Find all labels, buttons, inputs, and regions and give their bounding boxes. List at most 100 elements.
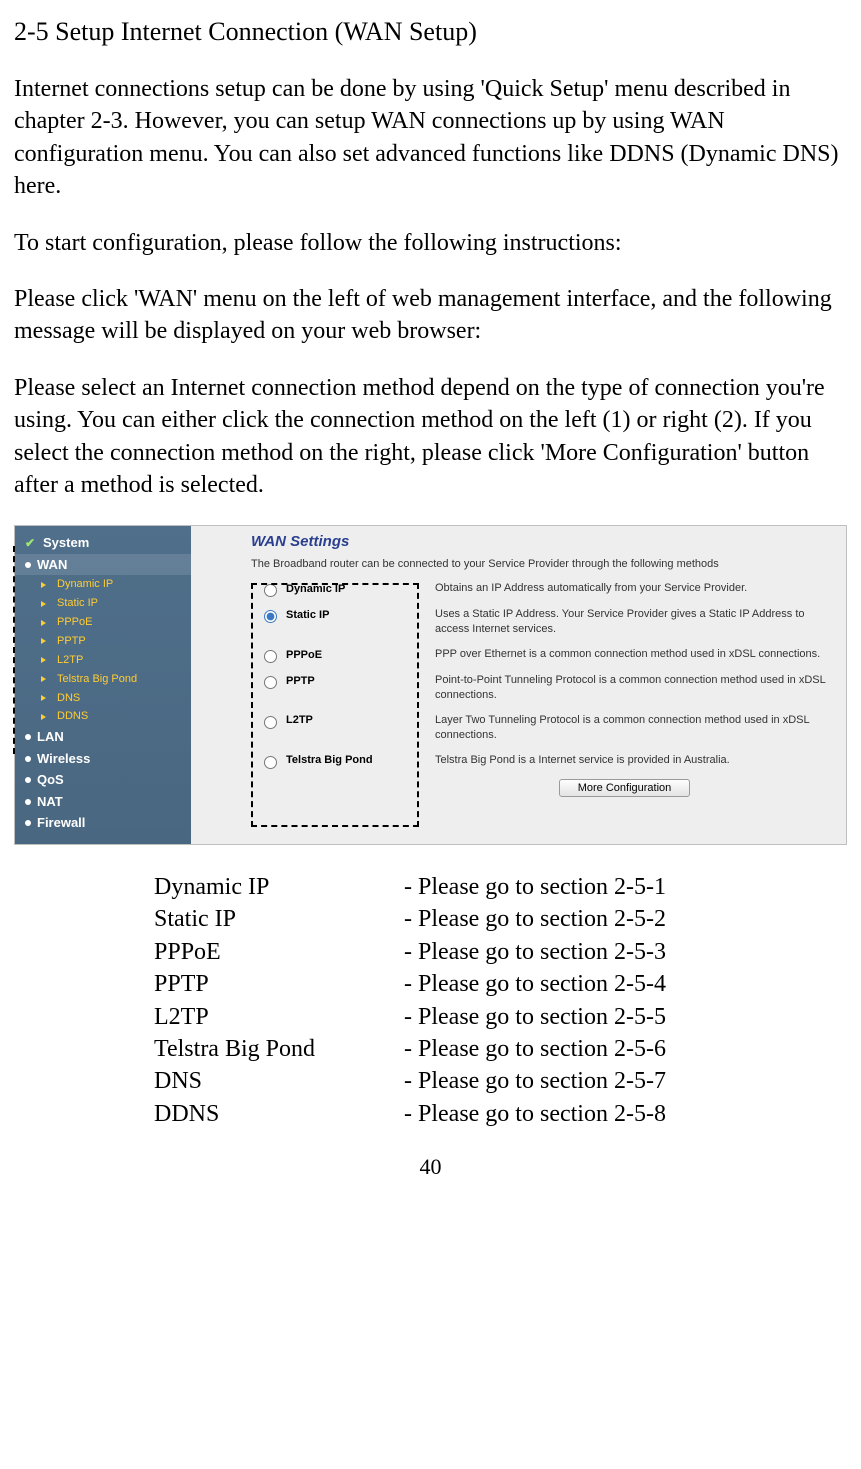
sidebar-sub-static-ip[interactable]: Static IP bbox=[15, 594, 191, 613]
ref-label: Dynamic IP bbox=[154, 871, 404, 903]
radio-pptp[interactable] bbox=[264, 676, 277, 689]
sidebar-label: QoS bbox=[37, 771, 64, 789]
ref-row: L2TP- Please go to section 2-5-5 bbox=[154, 1001, 847, 1033]
sidebar-sub-telstra[interactable]: Telstra Big Pond bbox=[15, 670, 191, 689]
option-desc: Point-to-Point Tunneling Protocol is a c… bbox=[411, 673, 838, 703]
option-row-pptp: PPTP Point-to-Point Tunneling Protocol i… bbox=[251, 673, 838, 703]
sidebar-sub-pptp[interactable]: PPTP bbox=[15, 632, 191, 651]
bullet-icon bbox=[25, 562, 31, 568]
sidebar-item-wan[interactable]: WAN bbox=[15, 554, 191, 576]
option-pptp[interactable]: PPTP bbox=[251, 673, 411, 689]
sidebar-sub-label: DNS bbox=[57, 691, 80, 706]
option-l2tp[interactable]: L2TP bbox=[251, 713, 411, 729]
option-label: Static IP bbox=[286, 608, 329, 623]
ref-target: - Please go to section 2-5-5 bbox=[404, 1001, 666, 1033]
option-desc: Layer Two Tunneling Protocol is a common… bbox=[411, 713, 838, 743]
more-configuration-button[interactable]: More Configuration bbox=[559, 779, 691, 797]
paragraph-4: Please select an Internet connection met… bbox=[14, 372, 847, 502]
ref-label: DNS bbox=[154, 1065, 404, 1097]
sidebar-item-firewall[interactable]: Firewall bbox=[15, 812, 191, 834]
check-icon: ✔ bbox=[25, 537, 37, 549]
section-reference-list: Dynamic IP- Please go to section 2-5-1 S… bbox=[154, 871, 847, 1130]
sidebar-sub-pppoe[interactable]: PPPoE bbox=[15, 613, 191, 632]
option-label: PPTP bbox=[286, 674, 315, 689]
ref-row: DDNS- Please go to section 2-5-8 bbox=[154, 1098, 847, 1130]
bullet-icon bbox=[25, 734, 31, 740]
ref-row: Static IP- Please go to section 2-5-2 bbox=[154, 903, 847, 935]
sidebar-sub-dynamic-ip[interactable]: Dynamic IP bbox=[15, 575, 191, 594]
option-row-pppoe: PPPoE PPP over Ethernet is a common conn… bbox=[251, 647, 838, 663]
arrow-icon bbox=[41, 676, 51, 682]
ref-label: Static IP bbox=[154, 903, 404, 935]
ref-label: PPPoE bbox=[154, 936, 404, 968]
sidebar-sub-ddns[interactable]: DDNS bbox=[15, 707, 191, 726]
sidebar-sub-label: PPPoE bbox=[57, 615, 92, 630]
bullet-icon bbox=[25, 820, 31, 826]
panel-title: WAN Settings bbox=[251, 532, 838, 552]
ref-label: PPTP bbox=[154, 968, 404, 1000]
option-desc: Uses a Static IP Address. Your Service P… bbox=[411, 607, 838, 637]
router-ui-screenshot: 1 2 ✔ System WAN Dynamic IP Static IP PP… bbox=[14, 525, 847, 845]
sidebar-sub-label: PPTP bbox=[57, 634, 86, 649]
sidebar-sub-l2tp[interactable]: L2TP bbox=[15, 651, 191, 670]
ref-row: Telstra Big Pond- Please go to section 2… bbox=[154, 1033, 847, 1065]
ref-label: Telstra Big Pond bbox=[154, 1033, 404, 1065]
radio-l2tp[interactable] bbox=[264, 716, 277, 729]
sidebar-sub-label: DDNS bbox=[57, 709, 88, 724]
ref-target: - Please go to section 2-5-6 bbox=[404, 1033, 666, 1065]
paragraph-3: Please click 'WAN' menu on the left of w… bbox=[14, 283, 847, 348]
option-pppoe[interactable]: PPPoE bbox=[251, 647, 411, 663]
ref-target: - Please go to section 2-5-2 bbox=[404, 903, 666, 935]
sidebar-label: Firewall bbox=[37, 814, 85, 832]
option-row-l2tp: L2TP Layer Two Tunneling Protocol is a c… bbox=[251, 713, 838, 743]
wan-options-group: Dynamic IP Obtains an IP Address automat… bbox=[251, 581, 838, 768]
sidebar-label: System bbox=[43, 534, 89, 552]
radio-dynamic-ip[interactable] bbox=[264, 584, 277, 597]
radio-pppoe[interactable] bbox=[264, 650, 277, 663]
panel-description: The Broadband router can be connected to… bbox=[251, 557, 838, 572]
ref-target: - Please go to section 2-5-4 bbox=[404, 968, 666, 1000]
sidebar-sub-label: Telstra Big Pond bbox=[57, 672, 137, 687]
option-desc: Obtains an IP Address automatically from… bbox=[411, 581, 838, 596]
option-row-static-ip: Static IP Uses a Static IP Address. Your… bbox=[251, 607, 838, 637]
sidebar-item-lan[interactable]: LAN bbox=[15, 726, 191, 748]
option-row-telstra: Telstra Big Pond Telstra Big Pond is a I… bbox=[251, 753, 838, 769]
arrow-icon bbox=[41, 657, 51, 663]
ref-row: DNS- Please go to section 2-5-7 bbox=[154, 1065, 847, 1097]
bullet-icon bbox=[25, 756, 31, 762]
page-number: 40 bbox=[14, 1152, 847, 1182]
arrow-icon bbox=[41, 620, 51, 626]
sidebar-label: WAN bbox=[37, 556, 67, 574]
sidebar-item-qos[interactable]: QoS bbox=[15, 769, 191, 791]
arrow-icon bbox=[41, 601, 51, 607]
sidebar-sub-dns[interactable]: DNS bbox=[15, 689, 191, 708]
arrow-icon bbox=[41, 714, 51, 720]
sidebar-sub-label: Static IP bbox=[57, 596, 98, 611]
sidebar-item-system[interactable]: ✔ System bbox=[15, 532, 191, 554]
ref-target: - Please go to section 2-5-7 bbox=[404, 1065, 666, 1097]
sidebar-label: Wireless bbox=[37, 750, 90, 768]
option-desc: Telstra Big Pond is a Internet service i… bbox=[411, 753, 838, 768]
arrow-icon bbox=[41, 638, 51, 644]
radio-telstra[interactable] bbox=[264, 756, 277, 769]
ref-label: L2TP bbox=[154, 1001, 404, 1033]
sidebar-item-nat[interactable]: NAT bbox=[15, 791, 191, 813]
ref-label: DDNS bbox=[154, 1098, 404, 1130]
option-telstra[interactable]: Telstra Big Pond bbox=[251, 753, 411, 769]
sidebar-item-wireless[interactable]: Wireless bbox=[15, 748, 191, 770]
ref-target: - Please go to section 2-5-8 bbox=[404, 1098, 666, 1130]
sidebar-label: NAT bbox=[37, 793, 63, 811]
option-label: L2TP bbox=[286, 713, 313, 728]
ref-row: Dynamic IP- Please go to section 2-5-1 bbox=[154, 871, 847, 903]
option-static-ip[interactable]: Static IP bbox=[251, 607, 411, 623]
option-label: Telstra Big Pond bbox=[286, 753, 373, 768]
ref-target: - Please go to section 2-5-3 bbox=[404, 936, 666, 968]
option-dynamic-ip[interactable]: Dynamic IP bbox=[251, 581, 411, 597]
arrow-icon bbox=[41, 695, 51, 701]
button-row: More Configuration bbox=[251, 779, 838, 797]
ref-target: - Please go to section 2-5-1 bbox=[404, 871, 666, 903]
wan-settings-panel: WAN Settings The Broadband router can be… bbox=[191, 526, 846, 844]
ref-row: PPPoE- Please go to section 2-5-3 bbox=[154, 936, 847, 968]
radio-static-ip[interactable] bbox=[264, 610, 277, 623]
paragraph-2: To start configuration, please follow th… bbox=[14, 227, 847, 259]
